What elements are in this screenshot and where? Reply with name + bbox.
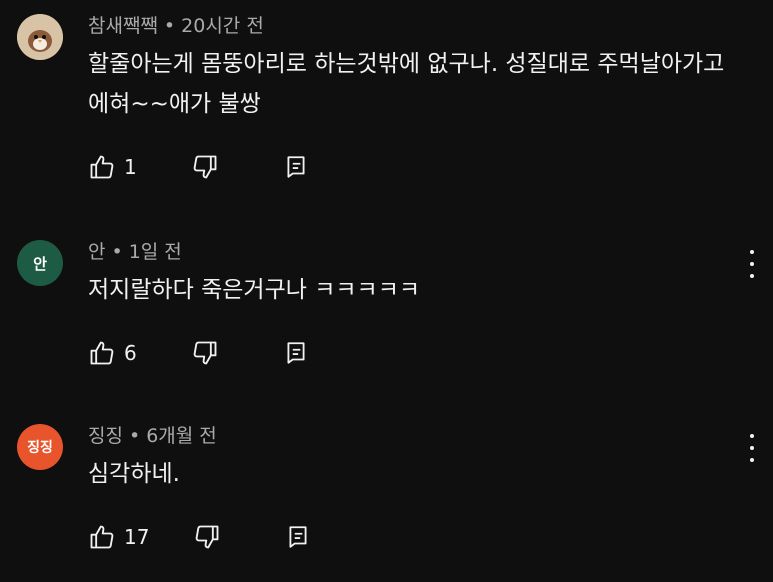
comment-time[interactable]: 1일 전 (129, 241, 182, 263)
comment-author[interactable]: 안 (88, 241, 105, 263)
comment-meta: 안 • 1일 전 (88, 240, 182, 264)
like-count: 6 (124, 341, 137, 365)
comment-meta: 징징 • 6개월 전 (88, 424, 217, 448)
comment-time[interactable]: 20시간 전 (181, 15, 264, 37)
comment-text: 저지랄하다 죽은거구나 ㅋㅋㅋㅋㅋ (88, 277, 421, 303)
more-vert-icon-dot (750, 446, 754, 450)
like-button[interactable]: 17 (88, 523, 149, 551)
comment-text: 할줄아는게 몸뚱아리로 하는것밖에 없구나. 성질대로 주먹날아가고 에혀~~애… (88, 51, 725, 117)
dislike-button[interactable] (193, 523, 221, 551)
comment-item: 징징 징징 • 6개월 전 심각하네. 17 (0, 424, 773, 564)
more-vert-icon-dot (750, 274, 754, 278)
separator-dot: • (128, 425, 141, 447)
dislike-button[interactable] (191, 339, 219, 367)
comment-item: 참새짹짹 • 20시간 전 할줄아는게 몸뚱아리로 하는것밖에 없구나. 성질대로 … (0, 14, 773, 184)
bird-avatar-icon (17, 14, 63, 60)
thumbs-down-icon (193, 155, 217, 179)
more-vert-icon-dot (750, 434, 754, 438)
avatar[interactable]: 징징 (17, 424, 63, 470)
avatar[interactable]: 안 (17, 240, 63, 286)
thumbs-up-icon (90, 155, 114, 179)
avatar[interactable] (17, 14, 63, 60)
comment-author[interactable]: 참새짹짹 (88, 15, 158, 37)
avatar-initial: 안 (33, 254, 47, 273)
reply-icon (289, 526, 307, 548)
comment-actions: 17 (88, 522, 311, 552)
comment-meta: 참새짹짹 • 20시간 전 (88, 14, 264, 38)
separator-dot: • (111, 241, 123, 263)
reply-button[interactable] (283, 154, 309, 180)
reply-icon (287, 156, 305, 178)
comment-item: 안 안 • 1일 전 저지랄하다 죽은거구나 ㅋㅋㅋㅋㅋ 6 (0, 240, 773, 380)
thumbs-up-icon (90, 525, 114, 549)
comment-actions: 1 (88, 152, 309, 182)
more-vert-icon-dot (750, 250, 754, 254)
like-button[interactable]: 6 (88, 339, 137, 367)
like-count: 17 (124, 525, 150, 549)
avatar-initial: 징징 (27, 440, 53, 456)
comment-author[interactable]: 징징 (88, 425, 123, 447)
comment-actions: 6 (88, 338, 309, 368)
like-count: 1 (124, 155, 137, 179)
thumbs-down-icon (193, 341, 217, 365)
dislike-button[interactable] (191, 153, 219, 181)
reply-icon (287, 342, 305, 364)
thumbs-up-icon (90, 341, 114, 365)
comment-text: 심각하네. (88, 461, 180, 487)
more-vert-icon-dot (750, 262, 754, 266)
separator-dot: • (163, 15, 176, 37)
like-button[interactable]: 1 (88, 153, 137, 181)
thumbs-down-icon (196, 525, 219, 549)
reply-button[interactable] (283, 340, 309, 366)
comment-time[interactable]: 6개월 전 (146, 425, 217, 447)
reply-button[interactable] (285, 524, 311, 550)
more-vert-icon-dot (750, 458, 754, 462)
